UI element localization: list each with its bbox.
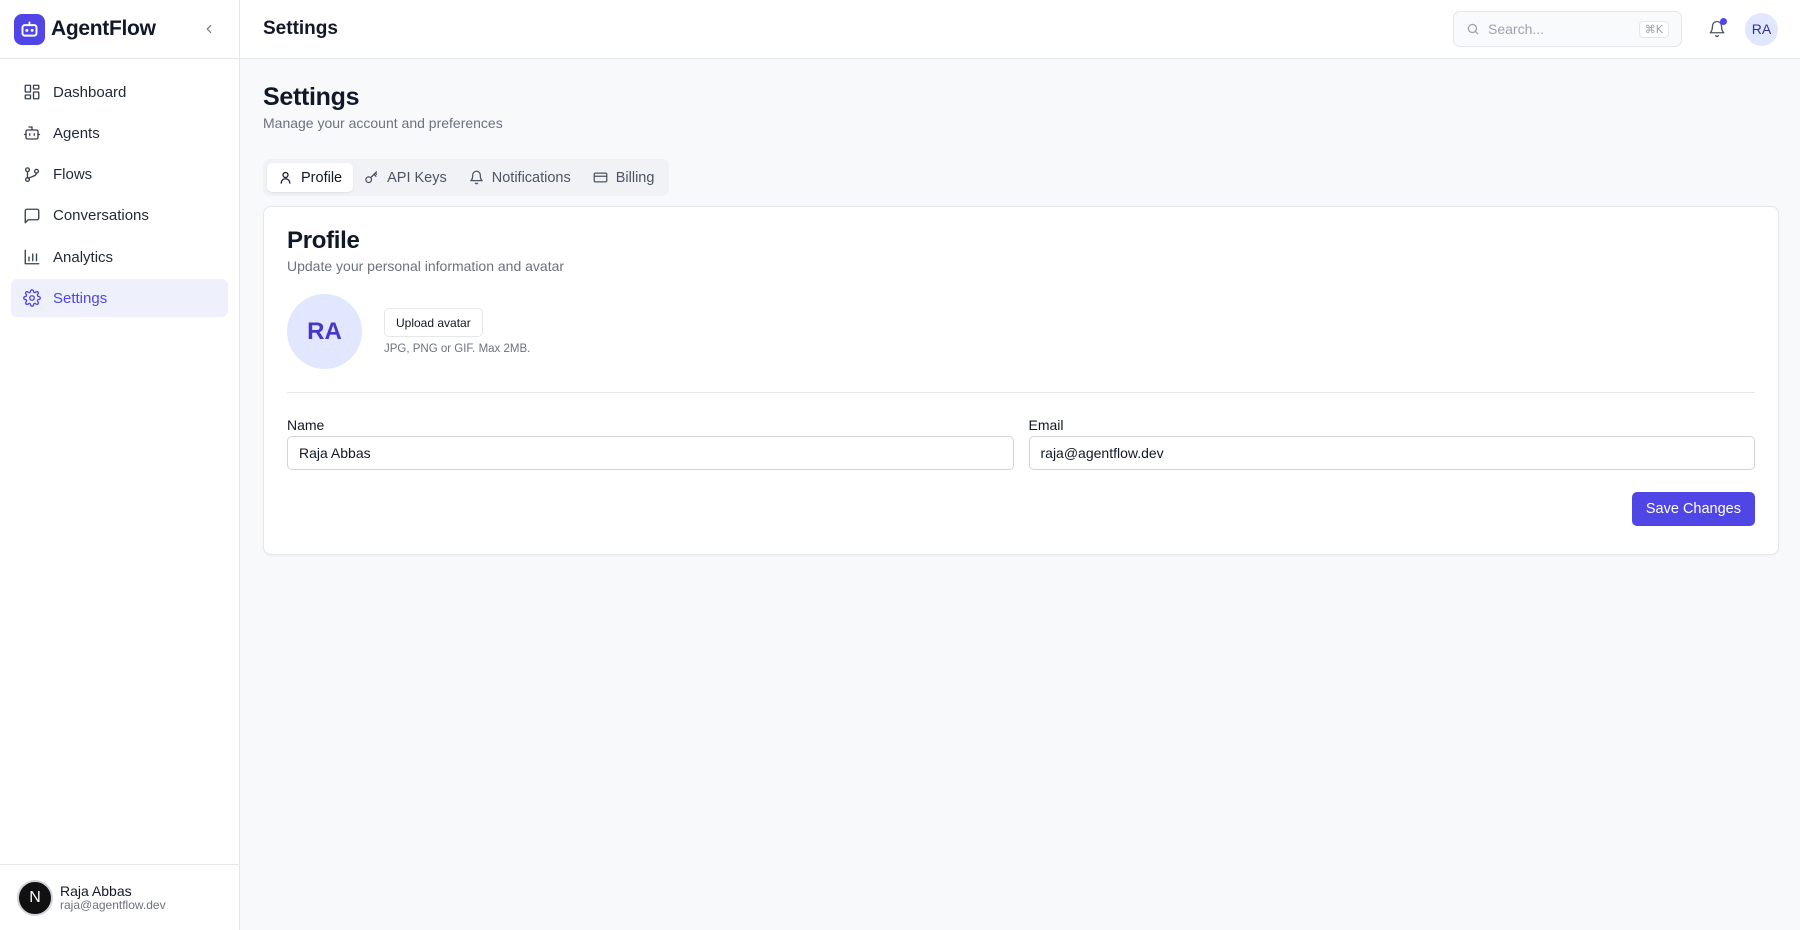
tab-label: Billing bbox=[615, 169, 655, 186]
email-field[interactable] bbox=[1028, 436, 1755, 470]
tab-billing[interactable]: Billing bbox=[582, 163, 666, 192]
sidebar-user[interactable]: N Raja Abbas raja@agentflow.dev bbox=[0, 864, 239, 930]
search-input[interactable] bbox=[1488, 21, 1639, 37]
notification-dot bbox=[1720, 18, 1727, 25]
bar-chart-icon bbox=[23, 248, 41, 266]
sidebar-item-flows[interactable]: Flows bbox=[11, 156, 228, 194]
key-icon bbox=[364, 170, 379, 185]
search-shortcut: ⌘K bbox=[1638, 20, 1669, 38]
sidebar-item-label: Flows bbox=[53, 166, 93, 184]
search-icon bbox=[1467, 23, 1479, 35]
page-title: Settings bbox=[263, 83, 360, 111]
tab-api-keys[interactable]: API Keys bbox=[353, 163, 458, 192]
user-email: raja@agentflow.dev bbox=[60, 897, 166, 912]
sidebar-item-dashboard[interactable]: Dashboard bbox=[11, 73, 228, 111]
collapse-sidebar-button[interactable] bbox=[197, 17, 221, 41]
main-content: Settings Manage your account and prefere… bbox=[240, 59, 1800, 930]
tab-label: API Keys bbox=[387, 169, 447, 186]
avatar-section: RA Upload avatar JPG, PNG or GIF. Max 2M… bbox=[287, 294, 1755, 393]
tab-profile[interactable]: Profile bbox=[267, 163, 354, 192]
avatar: N bbox=[17, 879, 53, 916]
credit-card-icon bbox=[593, 170, 608, 185]
brand-name: AgentFlow bbox=[51, 17, 156, 40]
page-subtitle: Manage your account and preferences bbox=[263, 115, 503, 131]
user-avatar-button[interactable]: RA bbox=[1745, 12, 1778, 46]
card-actions: Save Changes bbox=[287, 492, 1755, 526]
card-title: Profile bbox=[287, 227, 360, 254]
git-branch-icon bbox=[23, 166, 41, 184]
email-label: Email bbox=[1028, 417, 1064, 433]
profile-card: Profile Update your personal information… bbox=[263, 206, 1779, 555]
sidebar-item-agents[interactable]: Agents bbox=[11, 114, 228, 152]
topbar: Settings ⌘K RA bbox=[240, 0, 1800, 59]
chevron-left-icon bbox=[206, 24, 212, 34]
dashboard-icon bbox=[23, 83, 41, 101]
header-title: Settings bbox=[263, 18, 338, 39]
settings-tabs: Profile API Keys Notifications Billing bbox=[263, 159, 670, 196]
tab-label: Notifications bbox=[491, 169, 571, 186]
search-box[interactable]: ⌘K bbox=[1453, 11, 1682, 47]
sidebar-nav: Dashboard Agents Flows Conversations Ana… bbox=[0, 59, 239, 318]
name-label: Name bbox=[287, 417, 325, 433]
sidebar: AgentFlow Dashboard Agents Flows Convers… bbox=[0, 0, 240, 930]
profile-avatar: RA bbox=[287, 294, 362, 369]
user-name: Raja Abbas bbox=[60, 882, 132, 899]
sidebar-item-label: Dashboard bbox=[53, 83, 127, 101]
sidebar-item-analytics[interactable]: Analytics bbox=[11, 238, 228, 276]
email-field-group: Email bbox=[1028, 417, 1755, 470]
bell-icon bbox=[469, 170, 484, 185]
save-button[interactable]: Save Changes bbox=[1631, 492, 1755, 526]
upload-group: Upload avatar JPG, PNG or GIF. Max 2MB. bbox=[384, 308, 530, 355]
sidebar-item-label: Analytics bbox=[53, 248, 114, 266]
notifications-button[interactable] bbox=[1701, 13, 1733, 45]
sidebar-item-conversations[interactable]: Conversations bbox=[11, 197, 228, 235]
sidebar-item-settings[interactable]: Settings bbox=[11, 279, 228, 318]
name-field-group: Name bbox=[287, 417, 1014, 470]
user-info: Raja Abbas raja@agentflow.dev bbox=[60, 883, 166, 913]
tab-notifications[interactable]: Notifications bbox=[458, 163, 582, 192]
gear-icon bbox=[23, 289, 41, 308]
tab-label: Profile bbox=[301, 169, 343, 186]
sidebar-item-label: Conversations bbox=[53, 207, 149, 225]
profile-fields: Name Email bbox=[287, 417, 1755, 470]
sidebar-item-label: Settings bbox=[53, 289, 108, 307]
card-subtitle: Update your personal information and ava… bbox=[287, 258, 565, 274]
bot-icon bbox=[23, 124, 41, 142]
message-square-icon bbox=[23, 207, 41, 225]
sidebar-item-label: Agents bbox=[53, 124, 100, 142]
name-field[interactable] bbox=[287, 436, 1014, 470]
user-icon bbox=[278, 170, 293, 185]
upload-hint: JPG, PNG or GIF. Max 2MB. bbox=[384, 343, 531, 355]
bot-icon bbox=[14, 13, 45, 45]
upload-avatar-button[interactable]: Upload avatar bbox=[384, 308, 483, 337]
brand-header: AgentFlow bbox=[0, 0, 239, 59]
